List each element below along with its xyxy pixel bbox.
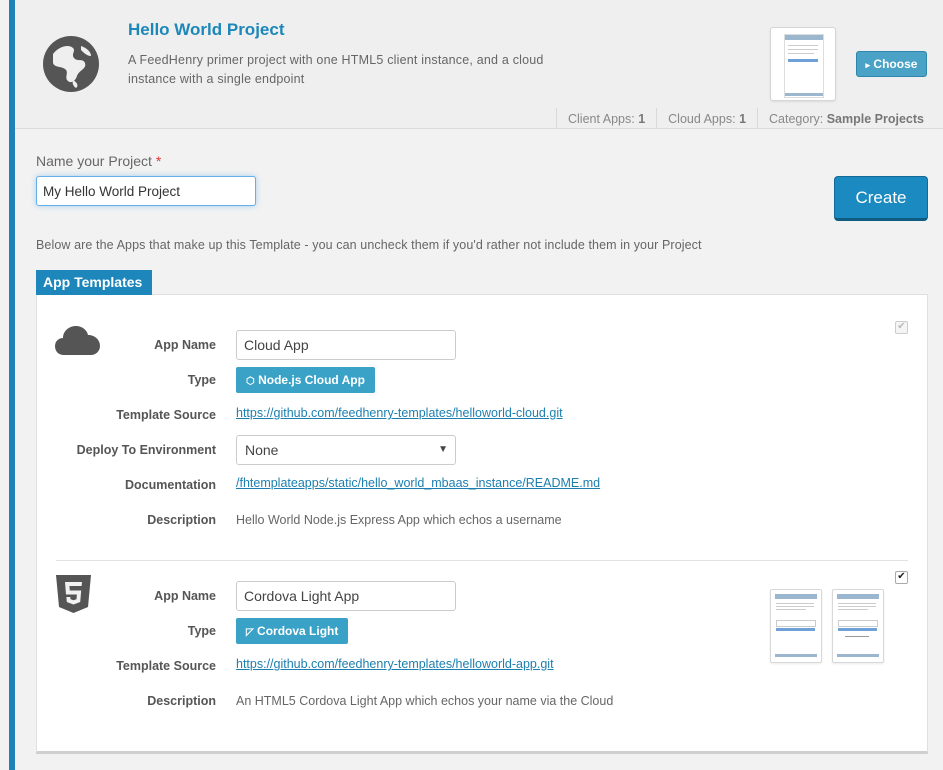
caret-right-icon: ▸ [865, 60, 871, 70]
client-app-name-label: App Name [154, 589, 216, 603]
nodejs-icon: ⬡ [246, 376, 255, 387]
deploy-environment-select[interactable]: None ▼ [236, 435, 456, 465]
project-stats: Client Apps: 1 Cloud Apps: 1 Category: S… [556, 108, 935, 128]
project-name-input[interactable] [36, 176, 256, 206]
choose-button-label: Choose [873, 57, 918, 71]
header-divider [15, 128, 943, 129]
client-apps-label: Client Apps: [568, 112, 635, 126]
client-apps-count: 1 [638, 112, 646, 126]
cloud-app-type-badge: ⬡ Node.js Cloud App [236, 367, 375, 393]
project-name-label: Name your Project * [36, 153, 161, 169]
cloud-app-type-text: Node.js Cloud App [258, 373, 365, 387]
cloud-description-text: Hello World Node.js Express App which ec… [236, 513, 562, 527]
globe-icon [43, 36, 99, 92]
required-marker: * [155, 153, 162, 169]
cloud-description-label: Description [147, 513, 216, 527]
project-name-label-text: Name your Project [36, 153, 152, 169]
cloud-app-name-input[interactable]: Cloud App [236, 330, 456, 360]
cloud-app-type-label: Type [187, 373, 216, 387]
cloud-app-name-label: App Name [154, 338, 216, 352]
deploy-environment-value: None [245, 442, 279, 458]
client-app-name-input[interactable]: Cordova Light App [236, 581, 456, 611]
project-title: Hello World Project [128, 20, 285, 39]
client-app-type-label: Type [187, 624, 216, 638]
client-app-screenshot-result [832, 589, 884, 663]
documentation-label: Documentation [125, 478, 216, 492]
client-description-text: An HTML5 Cordova Light App which echos y… [236, 694, 614, 708]
documentation-link[interactable]: /fhtemplateapps/static/hello_world_mbaas… [236, 476, 600, 490]
client-template-source-link[interactable]: https://github.com/feedhenry-templates/h… [236, 657, 554, 671]
project-header: Hello World Project A FeedHenry primer p… [15, 0, 943, 128]
client-app-screenshot [770, 589, 822, 663]
create-button[interactable]: Create [834, 176, 928, 221]
choose-button[interactable]: ▸ Choose [856, 51, 927, 77]
html5-small-icon: ◸ [246, 627, 254, 638]
dropdown-caret-icon: ▼ [438, 444, 448, 455]
app-templates-tab: App Templates [36, 270, 152, 295]
cloud-apps-count: 1 [739, 112, 747, 126]
cloud-template-source-link[interactable]: https://github.com/feedhenry-templates/h… [236, 406, 563, 420]
template-separator [56, 560, 908, 561]
category-stat: Category: Sample Projects [757, 108, 935, 128]
cloud-app-include-checkbox[interactable]: ✔ [895, 321, 908, 334]
client-app-include-checkbox[interactable]: ✔ [895, 571, 908, 584]
category-label: Category: [769, 112, 824, 126]
category-value: Sample Projects [826, 112, 924, 126]
client-app-type-text: Cordova Light [257, 624, 339, 638]
client-apps-stat: Client Apps: 1 [556, 108, 656, 128]
client-template-source-label: Template Source [116, 659, 216, 673]
templates-info-text: Below are the Apps that make up this Tem… [36, 238, 702, 252]
client-app-type-badge: ◸ Cordova Light [236, 618, 349, 644]
deploy-environment-label: Deploy To Environment [76, 443, 216, 457]
client-description-label: Description [147, 694, 216, 708]
project-description: A FeedHenry primer project with one HTML… [128, 53, 544, 86]
cloud-apps-label: Cloud Apps: [668, 112, 736, 126]
cloud-apps-stat: Cloud Apps: 1 [656, 108, 757, 128]
cloud-template-source-label: Template Source [116, 408, 216, 422]
project-preview-thumbnail [770, 27, 836, 101]
